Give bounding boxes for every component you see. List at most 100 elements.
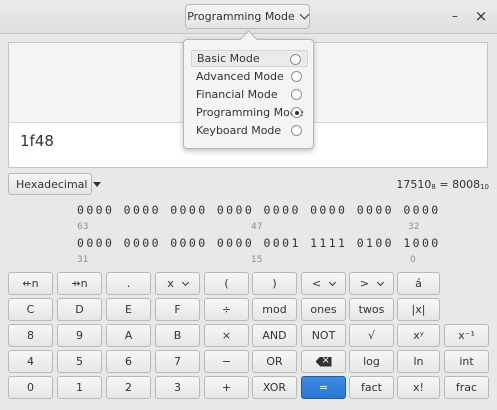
shift-left-dropdown[interactable]: < <box>301 272 346 295</box>
close-paren-label: ) <box>272 277 277 290</box>
ones-complement-button[interactable]: ones <box>301 298 346 321</box>
menu-item-financial-mode[interactable]: Financial Mode <box>191 86 308 103</box>
xor-label: XOR <box>262 381 287 394</box>
log-button[interactable]: log <box>349 350 394 373</box>
digit-9-button[interactable]: 9 <box>57 324 102 347</box>
digit-5-label: 5 <box>76 355 83 368</box>
conversion-equals: = <box>439 178 449 191</box>
conversion-right-value: 8008 <box>452 178 481 191</box>
radio-icon[interactable] <box>291 71 302 82</box>
close-button[interactable]: × <box>474 7 488 25</box>
number-base-label: Hexadecimal <box>16 177 88 191</box>
bit-row-high[interactable]: 0000 0000 0000 0000 0000 0000 0000 0000 <box>77 203 441 217</box>
character-code-button[interactable]: á <box>397 272 440 295</box>
divide-button[interactable]: ÷ <box>204 298 249 321</box>
natural-log-button[interactable]: ln <box>397 350 440 373</box>
square-root-button[interactable]: √ <box>349 324 394 347</box>
mode-menu-button[interactable]: Programming Mode <box>185 4 310 29</box>
and-button[interactable]: AND <box>252 324 297 347</box>
digit-f-button[interactable]: F <box>155 298 200 321</box>
inverse-label: x⁻¹ <box>458 329 475 342</box>
digit-8-label: 8 <box>27 329 34 342</box>
menu-item-advanced-mode[interactable]: Advanced Mode <box>191 68 308 85</box>
equals-button[interactable]: = <box>301 376 346 399</box>
ln-label: ln <box>413 355 424 368</box>
subtract-button[interactable]: − <box>204 350 249 373</box>
character-code-label: á <box>415 277 422 290</box>
mod-label: mod <box>262 303 287 316</box>
shift-right-button[interactable]: ⇸n <box>57 272 102 295</box>
radio-icon[interactable] <box>291 125 302 136</box>
equals-label: = <box>318 381 329 394</box>
menu-item-label: Programming Mode <box>196 106 304 119</box>
decimal-point-button[interactable]: . <box>106 272 151 295</box>
or-button[interactable]: OR <box>252 350 297 373</box>
conversion-right-base: 10 <box>480 183 489 191</box>
xor-button[interactable]: XOR <box>252 376 297 399</box>
integer-part-button[interactable]: int <box>444 350 489 373</box>
digit-2-label: 2 <box>125 381 132 394</box>
digit-8-button[interactable]: 8 <box>8 324 53 347</box>
shift-left-button[interactable]: ⇷n <box>8 272 53 295</box>
power-button[interactable]: xʸ <box>397 324 440 347</box>
digit-b-button[interactable]: B <box>155 324 200 347</box>
digit-d-button[interactable]: D <box>57 298 102 321</box>
radio-selected-icon[interactable] <box>291 107 302 118</box>
digit-e-button[interactable]: E <box>106 298 151 321</box>
digit-c-button[interactable]: C <box>8 298 53 321</box>
close-paren-button[interactable]: ) <box>252 272 297 295</box>
digit-1-button[interactable]: 1 <box>57 376 102 399</box>
digit-6-button[interactable]: 6 <box>106 350 151 373</box>
subscript-dropdown[interactable]: x <box>155 272 200 295</box>
number-base-dropdown[interactable]: Hexadecimal <box>8 173 102 195</box>
digit-2-button[interactable]: 2 <box>106 376 151 399</box>
twos-complement-button[interactable]: twos <box>349 298 394 321</box>
menu-item-programming-mode[interactable]: Programming Mode <box>191 104 308 121</box>
factorial-button[interactable]: x! <box>397 376 440 399</box>
mode-popover-menu: Basic Mode Advanced Mode Financial Mode … <box>183 39 314 149</box>
fractional-part-button[interactable]: frac <box>444 376 489 399</box>
or-label: OR <box>266 355 283 368</box>
factorial-label: x! <box>413 381 424 394</box>
radio-icon[interactable] <box>291 89 302 100</box>
add-button[interactable]: + <box>204 376 249 399</box>
bit-row-low[interactable]: 0000 0000 0000 0000 0001 1111 0100 1000 <box>77 236 441 250</box>
backspace-button[interactable] <box>301 350 346 373</box>
shift-right-dropdown[interactable]: > <box>349 272 394 295</box>
inverse-button[interactable]: x⁻¹ <box>444 324 489 347</box>
menu-item-keyboard-mode[interactable]: Keyboard Mode <box>191 122 308 139</box>
ones-label: ones <box>310 303 337 316</box>
subscript-label: x <box>167 277 174 290</box>
bit-position-31: 31 <box>77 255 89 265</box>
open-paren-button[interactable]: ( <box>204 272 249 295</box>
display-value[interactable]: 1f48 <box>20 132 54 150</box>
shift-left-dropdown-label: < <box>311 277 322 290</box>
digit-5-button[interactable]: 5 <box>57 350 102 373</box>
menu-item-label: Basic Mode <box>197 52 260 65</box>
digit-a-button[interactable]: A <box>106 324 151 347</box>
digit-a-label: A <box>124 329 133 342</box>
chevron-down-icon <box>377 278 385 286</box>
menu-item-label: Financial Mode <box>196 88 278 101</box>
digit-0-button[interactable]: 0 <box>8 376 53 399</box>
radio-icon[interactable] <box>290 54 301 65</box>
bit-position-15: 15 <box>251 255 263 265</box>
menu-item-basic-mode[interactable]: Basic Mode <box>191 50 308 67</box>
digit-6-label: 6 <box>125 355 132 368</box>
digit-4-button[interactable]: 4 <box>8 350 53 373</box>
mod-button[interactable]: mod <box>252 298 297 321</box>
minimize-icon: – <box>452 9 458 23</box>
multiply-label: × <box>221 329 232 342</box>
not-button[interactable]: NOT <box>301 324 346 347</box>
digit-3-button[interactable]: 3 <box>155 376 200 399</box>
digit-7-button[interactable]: 7 <box>155 350 200 373</box>
shift-right-dropdown-label: > <box>359 277 370 290</box>
chevron-down-icon <box>329 278 337 286</box>
factorize-button[interactable]: fact <box>349 376 394 399</box>
not-label: NOT <box>311 329 336 342</box>
divide-label: ÷ <box>221 303 232 316</box>
minimize-button[interactable]: – <box>448 9 462 23</box>
absolute-value-button[interactable]: |x| <box>397 298 440 321</box>
menu-item-label: Keyboard Mode <box>196 124 282 137</box>
multiply-button[interactable]: × <box>204 324 249 347</box>
